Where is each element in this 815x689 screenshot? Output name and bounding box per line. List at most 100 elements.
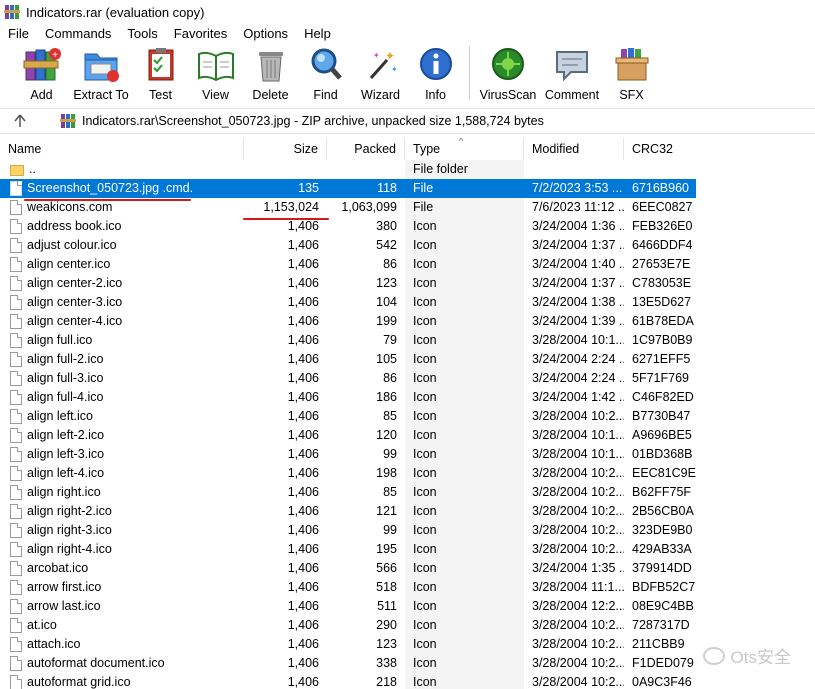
file-packed: 518 bbox=[376, 580, 397, 594]
info-button[interactable]: Info bbox=[408, 44, 463, 102]
file-row[interactable]: align center-3.ico 1,406 104 Icon 3/24/2004 … bbox=[0, 293, 815, 312]
file-modified: 3/28/2004 10:1... bbox=[532, 447, 624, 461]
file-icon bbox=[10, 485, 22, 500]
file-name-cell[interactable]: arrow first.ico bbox=[0, 578, 244, 597]
file-row[interactable]: Screenshot_050723.jpg .cmd. 135 118 File 7/2… bbox=[0, 179, 815, 198]
file-name-cell[interactable]: align left-4.ico bbox=[0, 464, 244, 483]
column-name[interactable]: Name bbox=[0, 138, 244, 160]
file-name-cell[interactable]: autoformat grid.ico bbox=[0, 673, 244, 689]
file-icon bbox=[10, 390, 22, 405]
annotation-underline-filename bbox=[24, 199, 191, 201]
file-name-cell[interactable]: align center-3.ico bbox=[0, 293, 244, 312]
file-row[interactable]: at.ico 1,406 290 Icon 3/28/2004 10:2... 72873… bbox=[0, 616, 815, 635]
file-row[interactable]: adjust colour.ico 1,406 542 Icon 3/24/2004 1… bbox=[0, 236, 815, 255]
column-size[interactable]: Size bbox=[244, 138, 327, 160]
extract-to-button[interactable]: Extract To bbox=[69, 44, 133, 102]
file-size: 1,406 bbox=[287, 409, 319, 423]
file-name-cell[interactable]: align right-3.ico bbox=[0, 521, 244, 540]
file-name-cell[interactable]: arcobat.ico bbox=[0, 559, 244, 578]
file-row[interactable]: align right.ico 1,406 85 Icon 3/28/2004 10:2… bbox=[0, 483, 815, 502]
file-name-cell[interactable]: attach.ico bbox=[0, 635, 244, 654]
file-name-cell[interactable]: align right-2.ico bbox=[0, 502, 244, 521]
file-name-cell[interactable]: Screenshot_050723.jpg .cmd. bbox=[0, 179, 244, 198]
file-name-cell[interactable]: align left.ico bbox=[0, 407, 244, 426]
file-row[interactable]: align left-4.ico 1,406 198 Icon 3/28/2004 10… bbox=[0, 464, 815, 483]
file-name-cell[interactable]: align left-2.ico bbox=[0, 426, 244, 445]
file-row[interactable]: align full-2.ico 1,406 105 Icon 3/24/2004 2:… bbox=[0, 350, 815, 369]
file-row[interactable]: align left-2.ico 1,406 120 Icon 3/28/2004 10… bbox=[0, 426, 815, 445]
menu-file[interactable]: File bbox=[0, 24, 37, 43]
virusscan-button[interactable]: VirusScan bbox=[476, 44, 540, 102]
file-name-cell[interactable]: adjust colour.ico bbox=[0, 236, 244, 255]
delete-button[interactable]: Delete bbox=[243, 44, 298, 102]
file-type: Icon bbox=[405, 616, 524, 635]
address-field[interactable]: Indicators.rar\Screenshot_050723.jpg - Z… bbox=[40, 110, 811, 132]
file-name-cell[interactable]: align full-2.ico bbox=[0, 350, 244, 369]
file-row[interactable]: arrow last.ico 1,406 511 Icon 3/28/2004 12:2… bbox=[0, 597, 815, 616]
menu-help[interactable]: Help bbox=[296, 24, 339, 43]
file-size: 1,406 bbox=[287, 561, 319, 575]
find-button[interactable]: Find bbox=[298, 44, 353, 102]
file-type: Icon bbox=[405, 673, 524, 689]
parent-folder-row[interactable]: .. File folder bbox=[0, 160, 815, 179]
file-name-cell[interactable]: align full.ico bbox=[0, 331, 244, 350]
file-name-cell[interactable]: align full-4.ico bbox=[0, 388, 244, 407]
sfx-button[interactable]: SFX bbox=[604, 44, 659, 102]
file-name-cell[interactable]: align full-3.ico bbox=[0, 369, 244, 388]
test-button[interactable]: Test bbox=[133, 44, 188, 102]
file-crc32: 13E5D627 bbox=[632, 295, 692, 309]
menu-commands[interactable]: Commands bbox=[37, 24, 119, 43]
file-name-cell[interactable]: align right-4.ico bbox=[0, 540, 244, 559]
view-button[interactable]: View bbox=[188, 44, 243, 102]
file-name-cell[interactable]: address book.ico bbox=[0, 217, 244, 236]
file-row[interactable]: arcobat.ico 1,406 566 Icon 3/24/2004 1:35 ..… bbox=[0, 559, 815, 578]
file-name-cell[interactable]: align left-3.ico bbox=[0, 445, 244, 464]
menu-tools[interactable]: Tools bbox=[119, 24, 165, 43]
file-row[interactable]: align left-3.ico 1,406 99 Icon 3/28/2004 10:… bbox=[0, 445, 815, 464]
winrar-app-icon[interactable] bbox=[4, 4, 20, 20]
file-name-cell[interactable]: align center-2.ico bbox=[0, 274, 244, 293]
file-row[interactable]: attach.ico 1,406 123 Icon 3/28/2004 10:2... 2… bbox=[0, 635, 815, 654]
menu-options[interactable]: Options bbox=[235, 24, 296, 43]
file-row[interactable]: align center-2.ico 1,406 123 Icon 3/24/2004 … bbox=[0, 274, 815, 293]
file-size: 1,153,024 bbox=[263, 200, 319, 214]
file-row[interactable]: align right-2.ico 1,406 121 Icon 3/28/2004 1… bbox=[0, 502, 815, 521]
file-row[interactable]: align full-3.ico 1,406 86 Icon 3/24/2004 2:2… bbox=[0, 369, 815, 388]
file-name-cell[interactable]: .. bbox=[0, 160, 244, 179]
menu-favorites[interactable]: Favorites bbox=[166, 24, 235, 43]
column-type[interactable]: Type ^ bbox=[405, 138, 524, 160]
file-row[interactable]: align left.ico 1,406 85 Icon 3/28/2004 10:2.… bbox=[0, 407, 815, 426]
file-row[interactable]: align right-3.ico 1,406 99 Icon 3/28/2004 10… bbox=[0, 521, 815, 540]
file-row[interactable]: arrow first.ico 1,406 518 Icon 3/28/2004 11:… bbox=[0, 578, 815, 597]
file-type: Icon bbox=[405, 369, 524, 388]
file-name-cell[interactable]: autoformat document.ico bbox=[0, 654, 244, 673]
file-modified: 3/28/2004 10:2... bbox=[532, 618, 624, 632]
file-name-cell[interactable]: at.ico bbox=[0, 616, 244, 635]
column-modified[interactable]: Modified bbox=[524, 138, 624, 160]
file-name-cell[interactable]: arrow last.ico bbox=[0, 597, 244, 616]
column-packed[interactable]: Packed bbox=[327, 138, 405, 160]
file-row[interactable]: align full.ico 1,406 79 Icon 3/28/2004 10:1.… bbox=[0, 331, 815, 350]
file-row[interactable]: address book.ico 1,406 380 Icon 3/24/2004 1:… bbox=[0, 217, 815, 236]
file-icon bbox=[10, 409, 22, 424]
file-name-cell[interactable]: align right.ico bbox=[0, 483, 244, 502]
file-row[interactable]: align center.ico 1,406 86 Icon 3/24/2004 1:4… bbox=[0, 255, 815, 274]
file-row[interactable]: autoformat document.ico 1,406 338 Icon 3/28/… bbox=[0, 654, 815, 673]
up-arrow-icon[interactable] bbox=[0, 109, 40, 133]
file-row[interactable]: align right-4.ico 1,406 195 Icon 3/28/2004 1… bbox=[0, 540, 815, 559]
column-crc32[interactable]: CRC32 bbox=[624, 138, 696, 160]
file-packed: 104 bbox=[376, 295, 397, 309]
file-row[interactable]: align full-4.ico 1,406 186 Icon 3/24/2004 1:… bbox=[0, 388, 815, 407]
file-type: Icon bbox=[405, 388, 524, 407]
file-crc32: 7287317D bbox=[632, 618, 690, 632]
file-modified: 3/24/2004 1:36 ... bbox=[532, 219, 624, 233]
add-button[interactable]: + Add bbox=[14, 44, 69, 102]
file-name-cell[interactable]: align center.ico bbox=[0, 255, 244, 274]
file-name-cell[interactable]: align center-4.ico bbox=[0, 312, 244, 331]
wizard-button[interactable]: ✦ ✦ ✦ Wizard bbox=[353, 44, 408, 102]
file-packed: 79 bbox=[383, 333, 397, 347]
file-row[interactable]: align center-4.ico 1,406 199 Icon 3/24/2004 … bbox=[0, 312, 815, 331]
comment-button[interactable]: Comment bbox=[540, 44, 604, 102]
file-row[interactable]: autoformat grid.ico 1,406 218 Icon 3/28/2004… bbox=[0, 673, 815, 689]
file-icon bbox=[10, 181, 22, 196]
